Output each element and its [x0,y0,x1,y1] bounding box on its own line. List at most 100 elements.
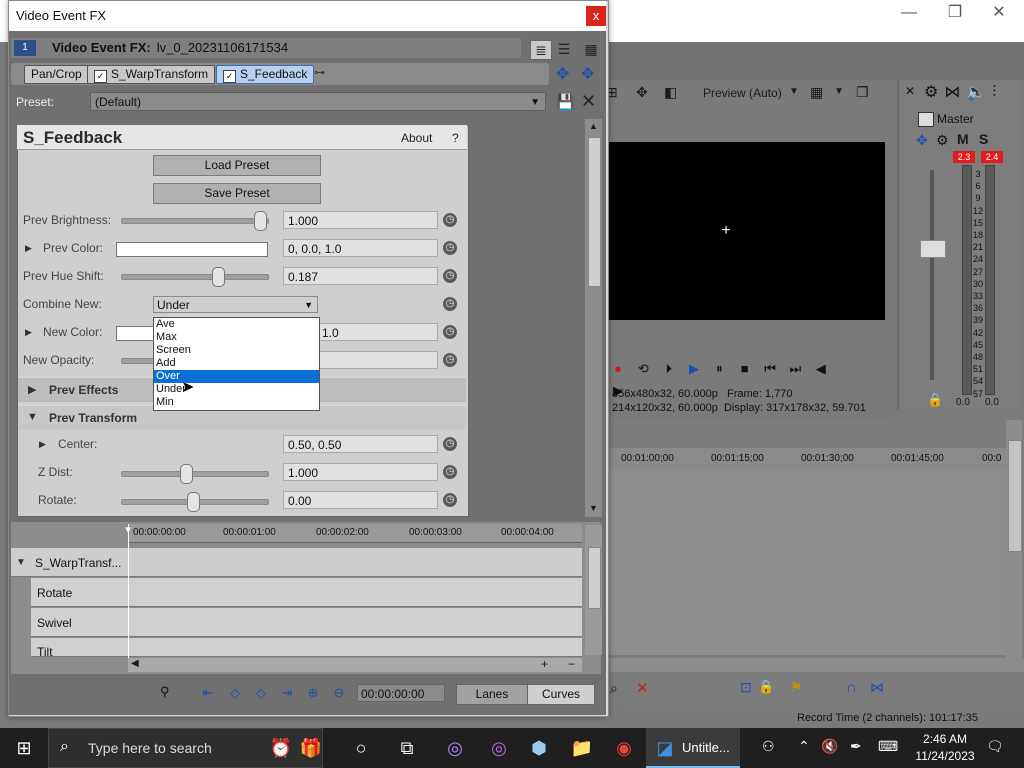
minimize-icon[interactable]: — [886,0,932,30]
list-view-icon[interactable]: ≣ [530,40,552,60]
slider-knob[interactable] [187,492,200,512]
animate-clock-icon[interactable]: ◷ [443,269,457,283]
notification-icon[interactable]: 🗨 [986,738,1004,755]
restore-icon[interactable]: ❐ [932,0,978,30]
snap-icon[interactable]: ∩ [846,679,857,696]
z-dist-value[interactable]: 1.000 [283,463,438,481]
folder-icon[interactable]: 📁 [567,734,597,762]
combine-option[interactable]: Over [154,370,319,383]
save-preset-icon[interactable]: 💾 [556,93,575,111]
animate-clock-icon[interactable]: ◷ [443,213,457,227]
stop-icon[interactable]: ■ [734,358,756,380]
overlay-icon[interactable]: ◧ [664,84,677,101]
first-keyframe-icon[interactable]: ⇤ [199,684,217,702]
dialog-close-button[interactable]: x [586,6,606,26]
preview-quality-select[interactable]: Preview (Auto) [703,86,782,100]
prev-keyframe-icon[interactable]: ◇ [226,684,244,702]
zoom-in-icon[interactable]: + [541,657,548,671]
center-value[interactable]: 0.50, 0.50 [283,435,438,453]
z-dist-slider[interactable] [121,471,269,477]
combine-option[interactable]: Add [154,357,319,370]
pen-icon[interactable]: ✒ [850,738,862,755]
combine-option[interactable]: Max [154,331,319,344]
preset-select[interactable]: (Default) ▼ [90,92,546,111]
timeline-vscroll-thumb[interactable] [1008,440,1022,552]
lock-icon[interactable]: 🔒 [758,679,774,695]
animate-clock-icon[interactable]: ◷ [443,325,457,339]
prev-color-swatch[interactable] [116,242,268,257]
animate-clock-icon[interactable]: ◷ [443,353,457,367]
pause-icon[interactable]: ⏸ [708,358,730,380]
task-view-icon[interactable]: ⧉ [392,734,422,762]
grid-icon[interactable]: ▦ [810,84,823,101]
prev-brightness-value[interactable]: 1.000 [283,211,438,229]
sync-cursor-icon[interactable]: ⚲ [160,684,170,700]
new-color-swatch[interactable] [116,326,154,341]
delete-keyframe-icon[interactable]: ⊖ [330,684,348,702]
prev-brightness-slider[interactable] [121,218,269,224]
combine-option[interactable]: Under [154,383,319,396]
scroll-left-icon[interactable]: ◀ [131,658,139,669]
combine-option[interactable]: Screen [154,344,319,357]
combine-option[interactable]: Ave [154,318,319,331]
slider-knob[interactable] [254,211,267,231]
close-icon[interactable]: ✕ [976,0,1022,30]
plugin-chain-icon[interactable]: ✥ [556,64,569,84]
slider-knob[interactable] [180,464,194,484]
record-icon[interactable]: ● [607,358,629,380]
fx-tab-pan-crop[interactable]: Pan/Crop [24,65,89,84]
keyboard-icon[interactable]: ⌨ [878,738,898,755]
prev-color-value[interactable]: 0, 0.0, 1.0 [283,239,438,257]
new-opacity-slider[interactable] [121,358,157,364]
go-end-icon[interactable]: ⏭ [784,358,806,380]
zoom-out-icon[interactable]: − [568,657,575,671]
chrome-icon[interactable]: ◉ [609,734,639,762]
keyframe-time-field[interactable]: 00:00:00:00 [357,684,445,702]
expand-triangle-icon[interactable]: ▶ [28,383,36,396]
volume-muted-icon[interactable]: 🔇 [821,738,838,755]
loop-icon[interactable]: ⟲ [632,358,654,380]
app-icon[interactable]: ◎ [484,734,514,762]
animate-clock-icon[interactable]: ◷ [443,297,457,311]
prev-hue-shift-value[interactable]: 0.187 [283,267,438,285]
solo-button[interactable]: S [979,131,988,147]
gift-icon[interactable]: 🎁 [296,734,326,762]
app-icon[interactable]: ◎ [440,734,470,762]
add-keyframe-icon[interactable]: ⊕ [304,684,322,702]
play-icon[interactable]: ▶ [683,358,705,380]
keyframe-lane-tilt[interactable] [31,638,582,657]
mute-button[interactable]: M [957,131,969,147]
routing-icon[interactable]: ✥ [916,132,928,149]
expand-triangle-icon[interactable]: ▶ [25,327,32,338]
lanes-button[interactable]: Lanes [456,684,528,705]
windows-start-icon[interactable]: ⊞ [0,728,48,768]
chevron-down-icon[interactable]: ▼ [834,86,844,97]
combine-option[interactable]: Min [154,396,319,409]
envelope-icon[interactable]: ⋈ [870,679,884,696]
scroll-down-icon[interactable]: ▼ [589,503,598,513]
lock-icon[interactable]: 🔒 [927,392,943,408]
collapse-triangle-icon[interactable]: ▼ [27,411,38,423]
fx-tab-s-feedback[interactable]: ✓ S_Feedback [216,65,315,84]
slider-knob[interactable] [212,267,226,287]
fx-tab-s-warptransform[interactable]: ✓ S_WarpTransform [87,65,216,84]
close-icon[interactable]: ✕ [905,84,915,98]
search-icon[interactable]: ⌕ [610,680,618,697]
rotate-value[interactable]: 0.00 [283,491,438,509]
chevron-down-icon[interactable]: ▼ [789,86,799,97]
combine-new-select[interactable]: Under ▼ [153,296,318,313]
fx-gear-icon[interactable]: ⚙ [936,132,949,149]
delete-preset-icon[interactable]: ✕ [581,91,596,112]
help-button[interactable]: ? [452,131,459,145]
animate-clock-icon[interactable]: ◷ [443,241,457,255]
move-icon[interactable]: ✥ [636,84,648,101]
marker-icon[interactable]: ⚑ [790,679,803,696]
timeline-tracks[interactable] [606,470,1006,655]
gear-icon[interactable]: ⚙ [924,84,944,101]
chevron-up-icon[interactable]: ⌃ [798,738,810,755]
fx-icon[interactable]: ⫶ [992,84,1002,101]
go-start-icon[interactable]: ⏮ [759,358,781,380]
expand-triangle-icon[interactable]: ▶ [25,243,32,254]
checkbox-icon[interactable]: ✓ [94,70,107,83]
remove-plugin-icon[interactable]: ✥ [581,64,594,84]
